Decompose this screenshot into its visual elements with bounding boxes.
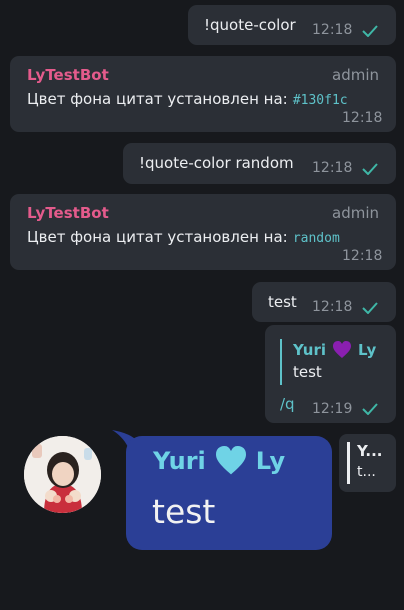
read-check-icon bbox=[362, 302, 378, 314]
outgoing-message[interactable]: !quote-color 12:18 bbox=[188, 5, 396, 45]
message-time: 12:18 bbox=[312, 160, 353, 176]
quote-sticker[interactable]: Yuri Ly test bbox=[126, 436, 332, 550]
mini-reply-text: t... bbox=[357, 464, 376, 480]
reply-bar bbox=[347, 442, 350, 484]
outgoing-reply-message[interactable]: Yuri Ly test /q 12:19 bbox=[265, 325, 396, 423]
message-body: Цвет фона цитат установлен на: #130f1c bbox=[27, 89, 348, 108]
mini-reply-author: Y... bbox=[357, 442, 383, 460]
cyan-heart-icon bbox=[215, 446, 246, 475]
outgoing-message[interactable]: test 12:18 bbox=[252, 282, 396, 322]
message-time: 12:18 bbox=[342, 248, 383, 264]
message-time: 12:18 bbox=[342, 110, 383, 126]
sender-name[interactable]: LyTestBot bbox=[27, 66, 109, 84]
bot-command-link[interactable]: /q bbox=[280, 395, 295, 413]
read-check-icon bbox=[362, 403, 378, 415]
outgoing-message[interactable]: !quote-color random 12:18 bbox=[123, 143, 396, 184]
read-check-icon bbox=[362, 163, 378, 175]
reply-author-name: Yuri bbox=[293, 341, 326, 359]
sticker-author-name: Yuri bbox=[153, 447, 206, 475]
message-body: Цвет фона цитат установлен на: random bbox=[27, 227, 340, 246]
read-check-icon bbox=[362, 25, 378, 37]
message-text: Цвет фона цитат установлен на: bbox=[27, 90, 288, 108]
code-value[interactable]: #130f1c bbox=[293, 93, 348, 108]
avatar bbox=[24, 436, 101, 513]
sticker-author-name-end: Ly bbox=[255, 447, 286, 475]
message-text: Цвет фона цитат установлен на: bbox=[27, 228, 288, 246]
mini-reply-preview[interactable]: Y... t... bbox=[339, 434, 396, 492]
sticker-author: Yuri Ly bbox=[153, 446, 285, 476]
avatar-image bbox=[24, 436, 101, 513]
purple-heart-icon bbox=[333, 341, 351, 358]
message-time: 12:18 bbox=[312, 22, 353, 38]
sender-name[interactable]: LyTestBot bbox=[27, 204, 109, 222]
message-time: 12:19 bbox=[312, 401, 353, 417]
message-text: !quote-color bbox=[204, 16, 296, 34]
reply-quote[interactable]: Yuri Ly test bbox=[280, 339, 386, 385]
admin-badge: admin bbox=[332, 66, 379, 84]
reply-text: test bbox=[293, 363, 322, 381]
reply-author-name-end: Ly bbox=[358, 341, 377, 359]
code-value[interactable]: random bbox=[293, 231, 340, 246]
incoming-message[interactable]: LyTestBot admin Цвет фона цитат установл… bbox=[10, 56, 396, 132]
admin-badge: admin bbox=[332, 204, 379, 222]
message-text: !quote-color random bbox=[139, 154, 294, 172]
incoming-message[interactable]: LyTestBot admin Цвет фона цитат установл… bbox=[10, 194, 396, 270]
sticker-text: test bbox=[152, 492, 216, 531]
message-text: test bbox=[268, 293, 297, 311]
reply-author: Yuri Ly bbox=[293, 341, 376, 359]
message-time: 12:18 bbox=[312, 299, 353, 315]
